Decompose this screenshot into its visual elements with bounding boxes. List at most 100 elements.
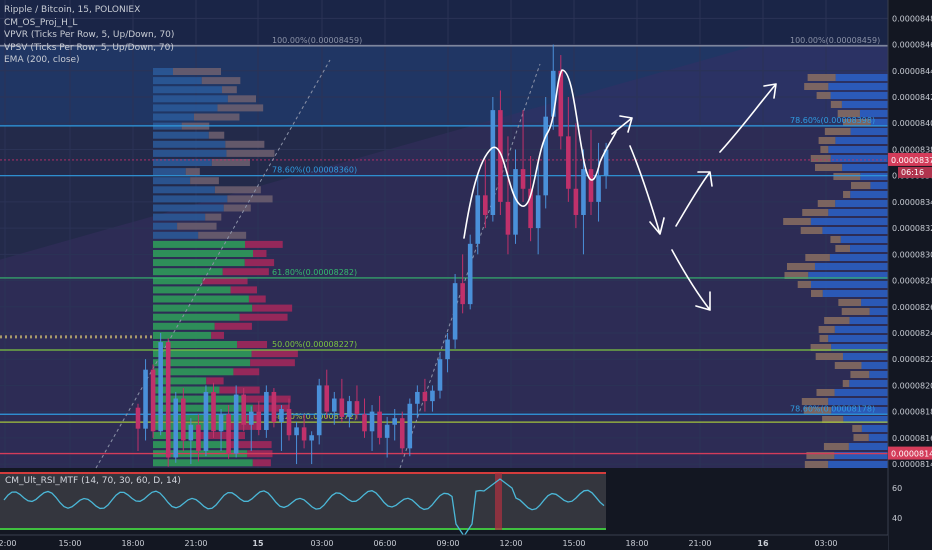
volume-bar-down: [823, 443, 849, 450]
volume-bar-up: [153, 259, 245, 267]
y-tick-label: 0.00008200: [892, 381, 932, 390]
current-price-label: 0.00008372: [891, 156, 932, 165]
y-tick-label: 0.00008300: [892, 250, 932, 259]
volume-bar-up: [842, 164, 888, 171]
volume-bar-down: [252, 250, 267, 257]
volume-bar-down: [239, 313, 288, 321]
volume-bar-up: [810, 218, 888, 225]
indicator-label[interactable]: EMA (200, close): [4, 54, 174, 67]
fib-label: 100.00%(0.00008459): [272, 36, 362, 45]
candle-body: [203, 391, 209, 451]
volume-bar-down: [841, 308, 870, 315]
volume-bar-up: [153, 177, 191, 185]
candle-body: [286, 409, 292, 436]
candle-body: [596, 175, 601, 202]
volume-bar-up: [153, 149, 227, 157]
volume-bar-down: [850, 371, 870, 378]
candle-body: [256, 411, 262, 430]
volume-bar-down: [830, 101, 842, 108]
price-chart[interactable]: 100.00%(0.00008459) 78.60%(0.00008360) 61.…: [0, 0, 932, 550]
volume-bar-up: [153, 168, 186, 176]
candle-body: [460, 283, 465, 305]
volume-bar-down: [804, 83, 829, 90]
candle-body: [181, 398, 186, 441]
volume-bar-down: [818, 326, 835, 333]
volume-bar-up: [810, 281, 888, 288]
candle-body: [241, 394, 246, 425]
x-tick-label: 21:00: [184, 539, 207, 548]
candle-body: [535, 195, 541, 229]
volume-bar-down: [185, 168, 200, 176]
volume-bar-up: [834, 326, 888, 333]
volume-bar-down: [800, 227, 823, 234]
countdown-label: 06:16: [901, 168, 924, 177]
volume-bar-down: [824, 317, 850, 324]
candle-body: [196, 424, 201, 451]
candle-body: [362, 414, 367, 432]
volume-bar-up: [848, 443, 888, 450]
candle-body: [581, 169, 586, 215]
rsi-indicator-label[interactable]: CM_Ult_RSI_MTF (14, 70, 30, 60, D, 14): [5, 476, 181, 486]
volume-bar-up: [835, 200, 888, 207]
volume-bar-up: [869, 371, 888, 378]
volume-bar-down: [177, 222, 217, 230]
volume-bar-down: [173, 68, 221, 75]
candle-body: [279, 409, 284, 423]
volume-bar-up: [153, 140, 226, 148]
volume-bar-up: [153, 86, 223, 94]
volume-bar-up: [153, 250, 253, 257]
candle-body: [452, 283, 458, 340]
candle-body: [150, 369, 156, 432]
volume-bar-down: [222, 268, 269, 276]
candle-body: [573, 188, 579, 215]
volume-bar-down: [227, 195, 273, 203]
volume-bar-up: [828, 335, 888, 342]
volume-bar-up: [153, 186, 215, 194]
candle-body: [324, 385, 330, 412]
volume-bar-down: [250, 359, 295, 367]
volume-bar-down: [833, 173, 861, 180]
candle-body: [271, 391, 277, 423]
volume-bar-down: [205, 213, 222, 221]
chart-title[interactable]: Ripple / Bitcoin, 15, POLONIEX: [4, 4, 174, 17]
volume-bar-up: [868, 434, 888, 441]
x-tick-label: 06:00: [373, 539, 396, 548]
volume-bar-up: [843, 353, 888, 360]
x-tick-label: 15: [252, 539, 264, 548]
volume-bar-down: [810, 155, 831, 162]
candle-body: [445, 339, 450, 360]
fib-label: 78.60%(0.00008398): [790, 116, 875, 125]
candle-body: [399, 418, 405, 449]
candle-body: [316, 385, 322, 436]
candle-body: [347, 401, 352, 417]
volume-bar-down: [222, 86, 237, 94]
volume-bar-up: [153, 204, 224, 212]
indicator-label[interactable]: VPVR (Ticks Per Row, 5, Up/Down, 70): [4, 29, 174, 42]
volume-bar-down: [834, 362, 862, 369]
candle-body: [218, 414, 224, 432]
volume-bar-down: [843, 191, 851, 198]
candle-body: [248, 411, 254, 425]
volume-bar-up: [834, 389, 888, 396]
candle-body: [264, 391, 269, 430]
volume-bar-up: [849, 380, 888, 387]
indicator-label[interactable]: CM_OS_Proj_H_L: [4, 17, 174, 30]
volume-bar-down: [804, 461, 829, 468]
volume-bar-down: [797, 281, 811, 288]
candle-body: [588, 169, 594, 202]
volume-bar-up: [869, 308, 888, 315]
volume-bar-up: [153, 295, 249, 303]
x-tick-label: 18:00: [625, 539, 648, 548]
x-tick-label: 21:00: [688, 539, 711, 548]
volume-bar-down: [217, 104, 264, 112]
indicator-label[interactable]: VPSV (Ticks Per Row, 5, Up/Down, 70): [4, 42, 174, 55]
volume-bar-up: [153, 240, 246, 248]
candle-body: [135, 407, 141, 429]
volume-bar-down: [819, 335, 829, 342]
volume-bar-down: [783, 218, 811, 225]
volume-bar-up: [153, 213, 206, 221]
volume-bar-down: [190, 177, 219, 185]
volume-bar-down: [786, 263, 815, 270]
candle-body: [384, 424, 390, 438]
volume-bar-up: [814, 263, 888, 270]
